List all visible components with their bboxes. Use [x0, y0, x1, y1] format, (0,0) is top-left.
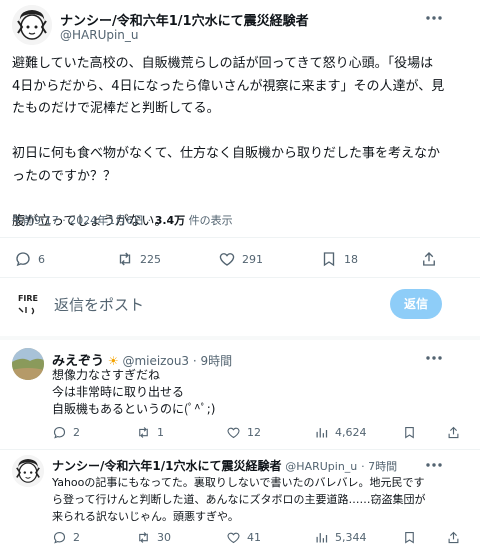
repost-count: 1	[157, 426, 164, 439]
share-action[interactable]	[446, 530, 461, 545]
bookmark-action[interactable]	[402, 425, 417, 440]
post-body-line: たものだけで泥棒だと判断してる。	[12, 101, 220, 116]
reply-header: ナンシー/令和六年1/1穴水にて震災経験者 @HARUpin_u · 7時間	[52, 457, 397, 474]
avatar-illustration	[12, 455, 44, 487]
like-action[interactable]: 12	[226, 425, 261, 440]
repost-action[interactable]: 225	[116, 250, 161, 268]
reply-time[interactable]: · 9時間	[193, 354, 232, 368]
like-count: 291	[242, 252, 263, 266]
post-body-line	[12, 188, 472, 211]
bookmark-action[interactable]	[402, 530, 417, 545]
reply-count: 6	[38, 252, 45, 266]
share-icon	[448, 426, 459, 439]
reply-avatar[interactable]	[12, 455, 44, 487]
share-action[interactable]	[420, 250, 438, 268]
reply-handle[interactable]: @mieizou3	[122, 354, 189, 368]
heart-icon	[227, 427, 240, 439]
my-avatar[interactable]: FIRE	[12, 288, 44, 320]
divider	[0, 449, 480, 450]
like-action[interactable]: 291	[218, 250, 263, 268]
like-action[interactable]: 41	[226, 530, 261, 545]
views-action[interactable]: 5,344	[314, 530, 367, 545]
bookmark-icon	[323, 252, 335, 267]
reply-line: 想像力なさすぎだね	[52, 368, 161, 382]
heart-icon	[227, 532, 240, 544]
view-count-label: 件の表示	[185, 214, 233, 227]
share-icon	[448, 531, 459, 544]
reply-count: 2	[73, 531, 80, 544]
post-body-line	[12, 121, 472, 144]
reply-line: ら登って行けんと判断した道、あんなにズタボロの主要道路……窃盗集団が	[52, 493, 426, 506]
repost-icon	[139, 532, 148, 543]
reply-count: 2	[73, 426, 80, 439]
reply-handle[interactable]: @HARUpin_u	[285, 460, 357, 473]
reply-icon	[53, 531, 66, 544]
heart-icon	[219, 253, 235, 266]
post-body-line: 4日からだから、4日になったら偉いさんが視察に来ます」その人達が、見	[12, 78, 445, 94]
reply-line: Yahooの記事にもなってた。裏取りしないで書いたのバレバレ。地元民です	[52, 476, 425, 489]
repost-action[interactable]: 30	[136, 530, 171, 545]
reply-line: 今は非常時に取り出せる	[52, 385, 185, 399]
sun-emoji: ☀	[107, 354, 119, 368]
divider	[0, 277, 480, 278]
bookmark-icon	[405, 426, 414, 439]
landscape-avatar	[12, 348, 44, 380]
reply-line: 自販機もあるというのに(ﾟ^ﾟ;)	[52, 402, 216, 416]
like-count: 12	[247, 426, 261, 439]
author-handle[interactable]: @HARUpin_u	[60, 28, 139, 42]
post-body: 避難していた高校の、自販機荒らしの話が回ってきて怒り心頭。「役場は 4日からだか…	[12, 53, 472, 233]
reply-icon	[53, 426, 66, 439]
reply-body: 想像力なさすぎだね 今は非常時に取り出せる 自販機もあるというのに(ﾟ^ﾟ;)	[52, 367, 472, 418]
post-timestamp[interactable]: 午前9:17 · 2024年1月6日 ·	[12, 214, 155, 227]
reply-time[interactable]: · 7時間	[361, 460, 397, 473]
post-body-line: 初日に何も食べ物がなくて、仕方なく自販機から取りだした事を考えなか	[12, 146, 440, 161]
bookmark-action[interactable]: 18	[320, 250, 358, 268]
more-options-icon[interactable]	[424, 455, 444, 475]
reply-submit-button[interactable]: 返信	[390, 289, 442, 319]
views-count: 4,624	[335, 426, 367, 439]
share-action[interactable]	[446, 425, 461, 440]
reply-icon	[16, 252, 30, 267]
author-avatar[interactable]	[12, 5, 52, 45]
more-options-icon[interactable]	[424, 8, 444, 28]
reply-action[interactable]: 6	[14, 250, 45, 268]
reply-display-name[interactable]: ナンシー/令和六年1/1穴水にて震災経験者	[52, 459, 281, 473]
post-meta: 午前9:17 · 2024年1月6日 · 3.4万 件の表示	[12, 212, 233, 228]
divider	[0, 237, 480, 238]
reply-line: 来られる訳ないじゃん。頭悪すぎや。	[52, 510, 239, 523]
reply-action[interactable]: 2	[52, 530, 80, 545]
avatar-illustration	[12, 5, 52, 45]
more-options-icon[interactable]	[424, 348, 444, 368]
repost-count: 30	[157, 531, 171, 544]
fire-avatar-graphic: FIRE	[18, 294, 38, 315]
divider	[0, 336, 480, 340]
reply-input[interactable]: 返信をポスト	[54, 294, 144, 315]
views-count: 5,344	[335, 531, 367, 544]
views-chart-icon	[316, 533, 328, 543]
reply-body: Yahooの記事にもなってた。裏取りしないで書いたのバレバレ。地元民です ら登っ…	[52, 474, 472, 525]
author-display-name[interactable]: ナンシー/令和六年1/1穴水にて震災経験者	[60, 10, 309, 29]
reply-avatar[interactable]	[12, 348, 44, 380]
view-count: 3.4万	[154, 214, 186, 227]
views-chart-icon	[316, 428, 328, 438]
like-count: 41	[247, 531, 261, 544]
avatar-text: FIRE	[18, 294, 38, 303]
repost-icon	[119, 252, 131, 266]
post-body-line: 避難していた高校の、自販機荒らしの話が回ってきて怒り心頭。「役場は	[12, 56, 434, 71]
reply-action[interactable]: 2	[52, 425, 80, 440]
share-icon	[423, 252, 435, 266]
bookmark-icon	[405, 531, 414, 544]
bookmark-count: 18	[344, 252, 358, 266]
post-body-line: ったのですか？？	[12, 168, 117, 184]
repost-count: 225	[140, 252, 161, 266]
repost-icon	[139, 427, 148, 438]
repost-action[interactable]: 1	[136, 425, 164, 440]
views-action[interactable]: 4,624	[314, 425, 367, 440]
